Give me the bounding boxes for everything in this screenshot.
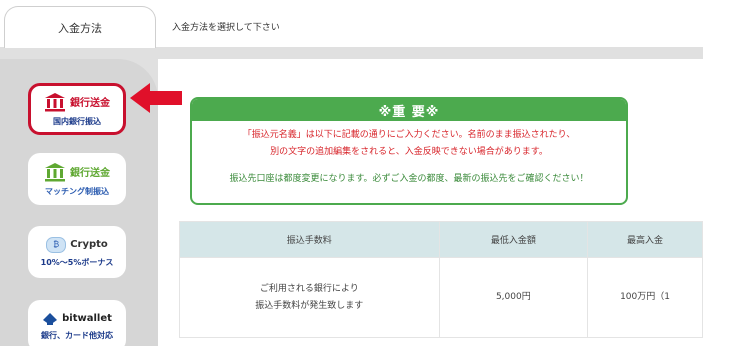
wallet-icon [43, 312, 58, 325]
arrow-pointer-icon [130, 83, 182, 113]
method-name: 銀行送金 [70, 98, 110, 109]
method-name: Crypto [70, 239, 108, 250]
notice-line-2: 別の文字の追加編集をされると、入金反映できない場合があります。 [270, 147, 548, 157]
cell-fee: ご利用される銀行により 振込手数料が発生致します [179, 257, 440, 338]
cell-min: 5,000円 [438, 257, 589, 338]
tab-hint-text: 入金方法を選択して下さい [172, 23, 280, 33]
header-max: 最高入金 [587, 221, 703, 258]
header-fee: 振込手数料 [179, 221, 440, 258]
cell-fee-line-2: 振込手数料が発生致します [255, 300, 364, 311]
coin-icon: ₿ [46, 236, 67, 253]
tab-deposit-method-label: 入金方法 [58, 21, 102, 35]
table-row: ご利用される銀行により 振込手数料が発生致します 5,000円 100万円（1 [179, 257, 703, 338]
right-margin [703, 47, 750, 346]
method-sub: 国内銀行振込 [53, 116, 101, 126]
deposit-info-table: 振込手数料 最低入金額 最高入金 ご利用される銀行により 振込手数料が発生致しま… [179, 221, 703, 338]
method-bank-transfer[interactable]: 銀行送金 国内銀行振込 [28, 83, 126, 135]
notice-line-1: 「振込元名義」は以下に記載の通りにご入力ください。名前のまま振込されたり、 [242, 130, 576, 140]
notice-line-3: 振込先口座は都度変更になります。必ずご入金の都度、最新の振込先をご確認ください！ [229, 174, 589, 184]
method-name: 銀行送金 [70, 168, 110, 179]
header-min: 最低入金額 [438, 221, 589, 258]
method-bitwallet[interactable]: bitwallet 銀行、カード他対応 [28, 300, 126, 352]
method-crypto[interactable]: ₿ Crypto 10%〜5%ボーナス [28, 226, 126, 278]
important-notice: ※重 要※ 「振込元名義」は以下に記載の通りにご入力ください。名前のまま振込され… [190, 97, 628, 205]
method-matching-transfer[interactable]: 銀行送金 マッチング制振込 [28, 153, 126, 205]
table-header-row: 振込手数料 最低入金額 最高入金 [179, 221, 703, 258]
tab-bar: 入金方法 入金方法を選択して下さい [0, 0, 750, 48]
method-name: bitwallet [62, 313, 112, 324]
cell-fee-line-1: ご利用される銀行により [259, 283, 359, 294]
method-sub: 10%〜5%ボーナス [40, 257, 114, 267]
cell-max: 100万円（1 [587, 257, 703, 338]
tab-deposit-method[interactable]: 入金方法 [4, 6, 156, 48]
bank-icon [45, 92, 65, 111]
method-sub: マッチング制振込 [45, 186, 109, 196]
notice-warning: 「振込元名義」は以下に記載の通りにご入力ください。名前のまま振込されたり、 別の… [192, 127, 626, 161]
method-sub: 銀行、カード他対応 [41, 330, 113, 340]
bank-icon [45, 162, 65, 181]
notice-title: ※重 要※ [192, 99, 626, 121]
